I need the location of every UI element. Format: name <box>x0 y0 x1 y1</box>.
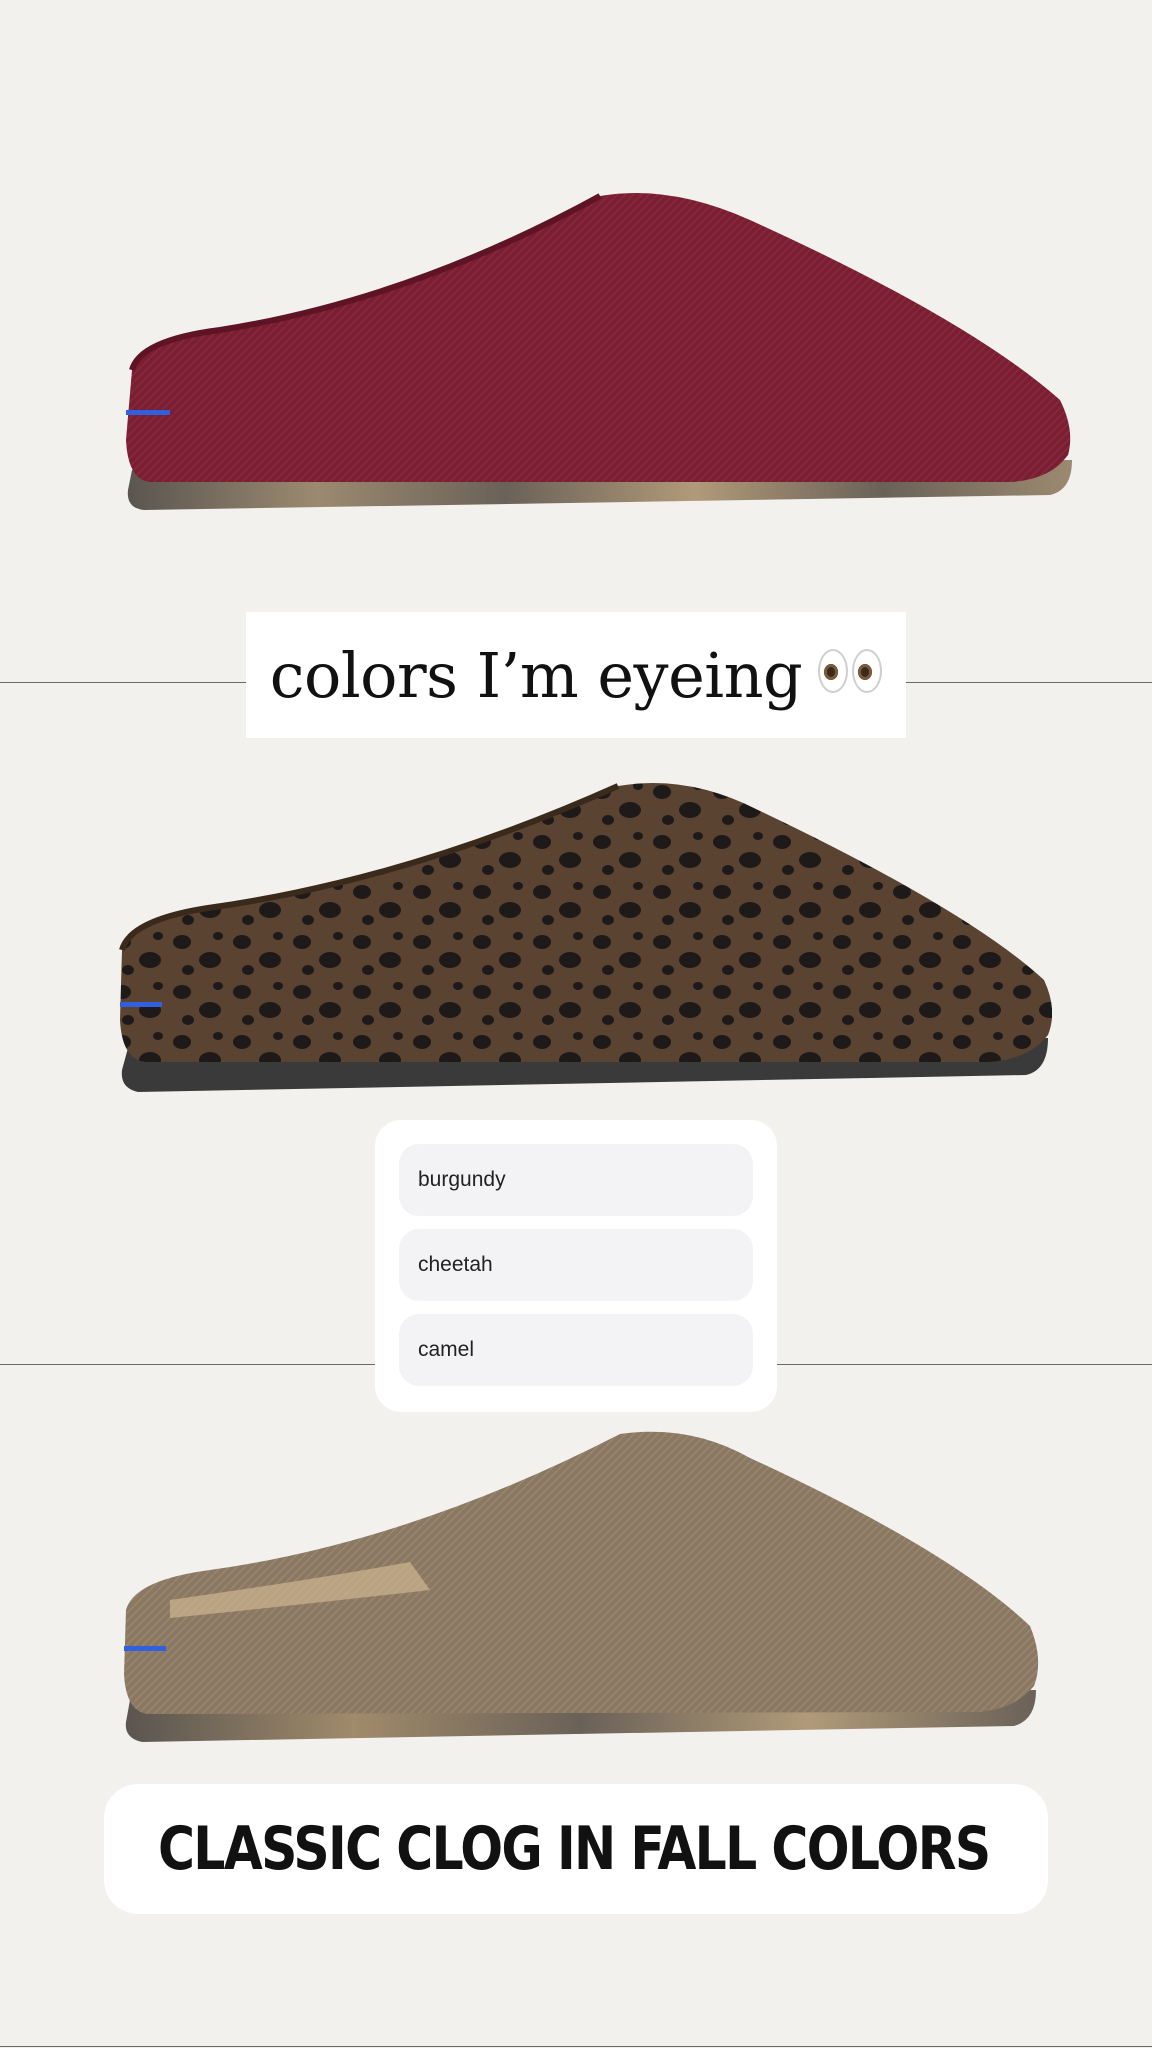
camel-clog-image <box>110 1430 1040 1760</box>
poll-option-cheetah[interactable]: cheetah <box>399 1229 753 1301</box>
cheetah-clog-graphic <box>119 783 1052 1092</box>
link-label: CLASSIC CLOG IN FALL COLORS <box>158 1814 991 1884</box>
caption-text: colors I’m eyeing <box>269 638 803 712</box>
link-sticker[interactable]: CLASSIC CLOG IN FALL COLORS <box>104 1784 1048 1914</box>
poll-option-burgundy[interactable]: burgundy <box>399 1144 753 1216</box>
camel-clog-graphic <box>124 1431 1039 1742</box>
divider-line-bottom <box>0 2046 1152 2047</box>
cheetah-clog-image <box>108 780 1052 1120</box>
story-canvas: colors I’m eyeing burgundy cheetah camel… <box>0 0 1152 2048</box>
poll-sticker: burgundy cheetah camel <box>375 1120 777 1412</box>
eyes-emoji-icon <box>818 649 883 693</box>
caption-sticker: colors I’m eyeing <box>246 612 906 738</box>
eye-right-icon <box>852 649 883 693</box>
eye-left-icon <box>818 649 849 693</box>
burgundy-clog-graphic <box>126 193 1073 510</box>
burgundy-clog-image <box>110 190 1074 530</box>
poll-option-camel[interactable]: camel <box>399 1314 753 1386</box>
